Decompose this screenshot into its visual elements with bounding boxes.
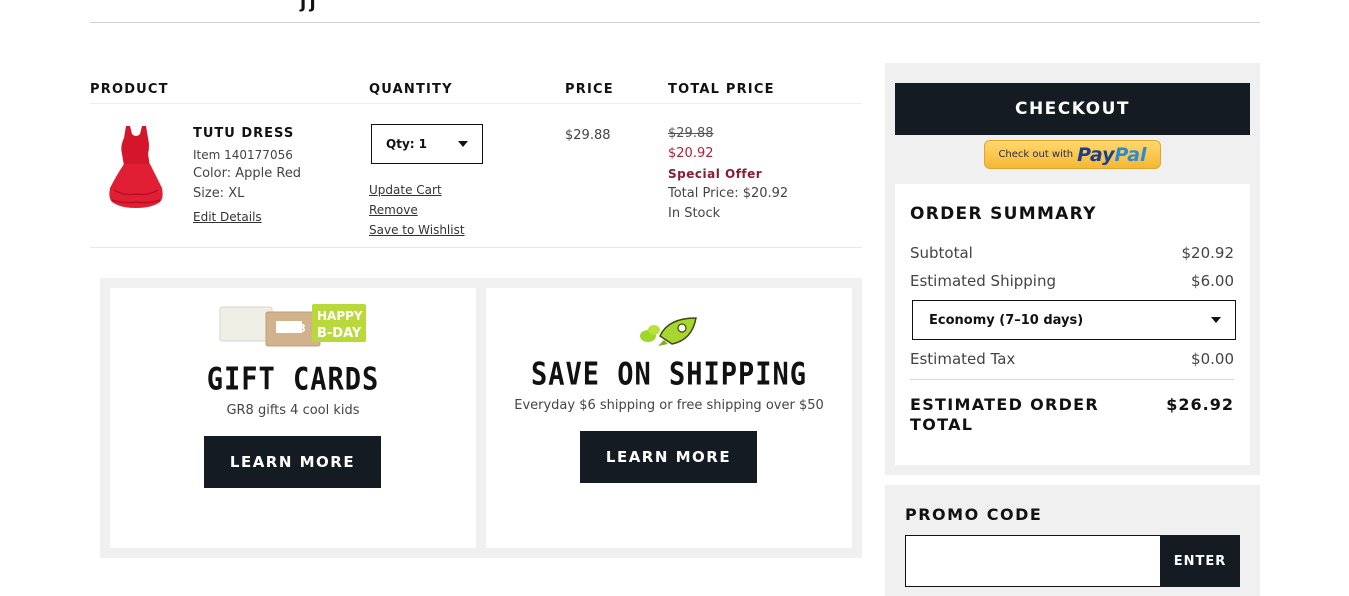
promo-code-input[interactable] <box>905 535 1161 587</box>
quantity-label: Qty: <box>386 137 415 151</box>
paypal-logo-pal: Pal <box>1114 143 1147 166</box>
column-header-price: PRICE <box>565 82 614 97</box>
update-cart-link[interactable]: Update Cart <box>369 183 442 197</box>
item-total-price: Total Price: $20.92 <box>668 186 789 201</box>
gift-cards-title: GIFT CARDS <box>206 361 380 398</box>
column-header-total-price: TOTAL PRICE <box>668 82 775 97</box>
promo-code-title: PROMO CODE <box>905 505 1043 524</box>
site-logo-fragment[interactable]: ʃʃ <box>300 0 319 13</box>
chevron-down-icon <box>458 141 468 147</box>
product-image[interactable] <box>104 124 168 210</box>
gift-cards-icon: 8 HAPPY B-DAY <box>219 304 366 347</box>
gift-card-text-happy: HAPPY <box>317 309 363 323</box>
shipping-learn-more-button[interactable]: LEARN MORE <box>580 431 757 483</box>
gift-card-text-bday: B-DAY <box>317 326 362 341</box>
product-item-number: Item 140177056 <box>193 148 293 162</box>
tax-label: Estimated Tax <box>910 350 1016 368</box>
stock-status: In Stock <box>668 206 721 221</box>
table-header-divider <box>90 103 862 104</box>
gift-card-text-8: 8 <box>298 322 306 335</box>
save-to-wishlist-link[interactable]: Save to Wishlist <box>369 223 465 237</box>
edit-details-link[interactable]: Edit Details <box>193 210 262 224</box>
shipping-method-select[interactable]: Economy (7–10 days) <box>912 300 1236 340</box>
original-price: $29.88 <box>668 126 714 141</box>
subtotal-value: $20.92 <box>1181 244 1235 262</box>
row-divider <box>90 247 862 248</box>
gift-cards-learn-more-button[interactable]: LEARN MORE <box>204 436 381 488</box>
order-total-label: ESTIMATED ORDER TOTAL <box>910 395 1100 434</box>
shipping-row: Estimated Shipping $6.00 <box>910 272 1234 290</box>
order-summary-title: ORDER SUMMARY <box>910 204 1097 224</box>
unit-price: $29.88 <box>565 128 611 143</box>
summary-divider <box>910 379 1234 380</box>
remove-link[interactable]: Remove <box>369 203 418 217</box>
paypal-checkout-button[interactable]: Check out with PayPal <box>984 140 1161 169</box>
column-header-product: PRODUCT <box>90 82 169 97</box>
order-total-value: $26.92 <box>1166 395 1234 414</box>
quantity-select[interactable]: Qty: 1 <box>371 124 483 164</box>
gift-cards-subtitle: GR8 gifts 4 cool kids <box>226 403 360 418</box>
gift-cards-panel: 8 HAPPY B-DAY GIFT CARDS GR8 gifts 4 coo… <box>110 288 476 548</box>
tax-value: $0.00 <box>1191 350 1234 368</box>
product-color: Color: Apple Red <box>193 166 302 181</box>
subtotal-label: Subtotal <box>910 244 973 262</box>
tax-row: Estimated Tax $0.00 <box>910 350 1234 368</box>
special-offer-label[interactable]: Special Offer <box>668 167 762 181</box>
shipping-method-value: Economy (7–10 days) <box>929 312 1084 328</box>
column-header-quantity: QUANTITY <box>369 82 453 97</box>
product-name[interactable]: TUTU DRESS <box>193 126 294 141</box>
checkout-panel: CHECKOUT Check out with PayPal ORDER SUM… <box>885 63 1260 475</box>
shipping-value: $6.00 <box>1191 272 1234 290</box>
shipping-subtitle: Everyday $6 shipping or free shipping ov… <box>514 398 824 413</box>
chevron-down-icon <box>1211 317 1221 323</box>
product-size: Size: XL <box>193 186 245 201</box>
paypal-prefix: Check out with <box>998 149 1074 160</box>
order-summary: ORDER SUMMARY Subtotal $20.92 Estimated … <box>895 184 1250 465</box>
shipping-panel: SAVE ON SHIPPING Everyday $6 shipping or… <box>486 288 852 548</box>
promo-code-panel: PROMO CODE ENTER <box>885 485 1260 596</box>
quantity-value: 1 <box>418 137 427 151</box>
shipping-label: Estimated Shipping <box>910 272 1056 290</box>
promo-code-enter-button[interactable]: ENTER <box>1160 535 1240 587</box>
checkout-button[interactable]: CHECKOUT <box>895 83 1250 135</box>
rocket-icon <box>640 317 697 346</box>
subtotal-row: Subtotal $20.92 <box>910 244 1234 262</box>
shipping-title: SAVE ON SHIPPING <box>530 356 808 393</box>
paypal-logo: PayPal <box>1077 144 1146 166</box>
paypal-logo-pay: Pay <box>1077 143 1115 166</box>
promo-panels: 8 HAPPY B-DAY GIFT CARDS GR8 gifts 4 coo… <box>100 278 862 558</box>
header-divider <box>90 22 1260 23</box>
sale-price: $20.92 <box>668 146 714 161</box>
